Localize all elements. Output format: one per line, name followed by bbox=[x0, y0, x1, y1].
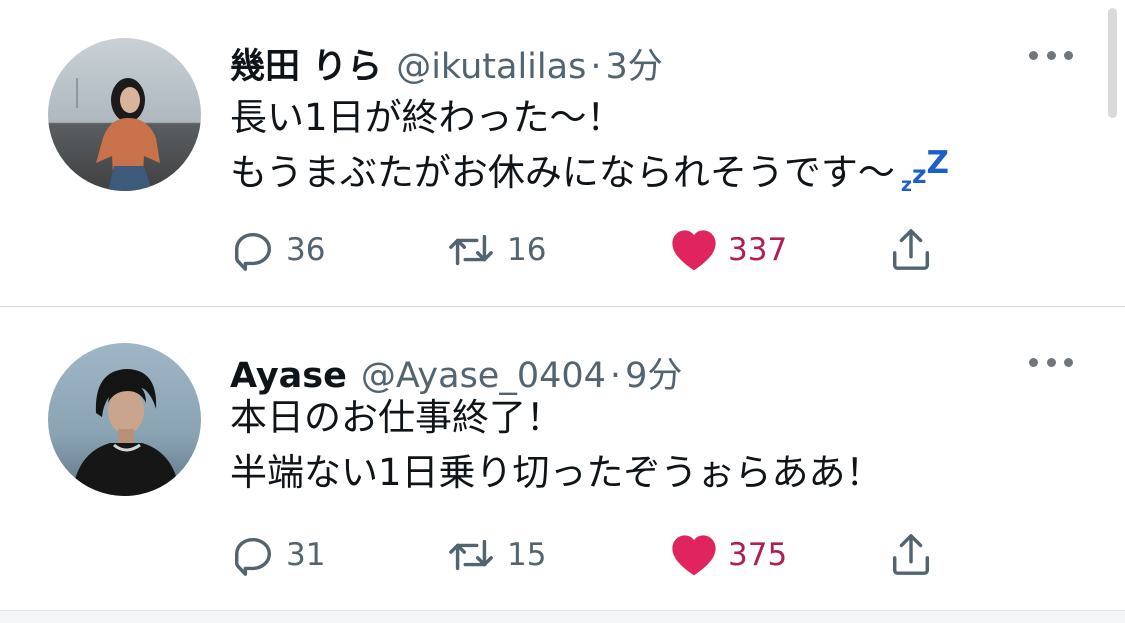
next-tweet-edge bbox=[0, 610, 1125, 623]
like-button[interactable]: 375 bbox=[670, 531, 787, 579]
tweet-text-line: 長い1日が終わった〜！ bbox=[230, 96, 624, 139]
reply-icon bbox=[234, 232, 272, 271]
more-dot bbox=[1029, 357, 1038, 367]
tweet[interactable]: 幾田 りら @ikutalilas · 3分 長い1日が終わった〜！ もうまぶた… bbox=[0, 0, 1125, 306]
heart-filled-icon bbox=[672, 230, 716, 271]
avatar[interactable] bbox=[48, 343, 201, 496]
more-options-button[interactable] bbox=[1029, 45, 1073, 65]
timeline-feed: 幾田 りら @ikutalilas · 3分 長い1日が終わった〜！ もうまぶた… bbox=[0, 0, 1125, 623]
reply-button[interactable]: 31 bbox=[230, 531, 325, 579]
like-count: 337 bbox=[728, 232, 788, 268]
tweet-text: 長い1日が終わった〜！ もうまぶたがお休みになられそうです〜 zzZ bbox=[230, 90, 949, 207]
more-dot bbox=[1064, 357, 1073, 367]
tweet-actions: 31 15 375 bbox=[230, 531, 950, 579]
tweet-text-line: もうまぶたがお休みになられそうです〜 zzZ bbox=[230, 145, 949, 207]
retweet-icon bbox=[449, 234, 493, 266]
tweet[interactable]: Ayase @Ayase_0404 · 9分 本日のお仕事終了！ 半端ない1日乗… bbox=[0, 307, 1125, 610]
more-dot bbox=[1029, 50, 1038, 60]
tweet-text-segment: もうまぶたがお休みになられそうです〜 bbox=[230, 151, 895, 194]
tweet-header: 幾田 りら @ikutalilas · 3分 bbox=[230, 38, 663, 88]
share-button[interactable] bbox=[888, 226, 934, 274]
more-options-button[interactable] bbox=[1029, 352, 1073, 372]
retweet-icon bbox=[449, 539, 493, 571]
user-handle[interactable]: @ikutalilas bbox=[396, 47, 586, 87]
tweet-text-line: 半端ない1日乗り切ったぞうぉらああ！ bbox=[230, 451, 883, 494]
tweet-text-line: 本日のお仕事終了！ bbox=[230, 396, 563, 439]
tweet-actions: 36 16 337 bbox=[230, 226, 950, 274]
timestamp[interactable]: 3分 bbox=[605, 38, 662, 89]
retweet-count: 15 bbox=[507, 537, 547, 573]
reply-count: 36 bbox=[286, 232, 326, 268]
retweet-count: 16 bbox=[507, 232, 547, 268]
more-dot bbox=[1046, 50, 1056, 60]
separator-dot: · bbox=[590, 47, 602, 87]
retweet-button[interactable]: 16 bbox=[445, 226, 546, 274]
tweet-text: 本日のお仕事終了！ 半端ない1日乗り切ったぞうぉらああ！ bbox=[230, 390, 883, 500]
like-button[interactable]: 337 bbox=[670, 226, 787, 274]
heart-filled-icon bbox=[672, 535, 716, 576]
share-icon bbox=[892, 534, 930, 575]
avatar[interactable] bbox=[48, 38, 201, 191]
zzz-emoji: zzZ bbox=[900, 145, 949, 196]
more-dot bbox=[1064, 50, 1073, 60]
share-button[interactable] bbox=[888, 531, 934, 579]
reply-icon bbox=[234, 537, 272, 576]
share-icon bbox=[892, 229, 930, 270]
like-count: 375 bbox=[728, 537, 788, 573]
display-name[interactable]: 幾田 りら bbox=[230, 38, 382, 89]
reply-count: 31 bbox=[286, 537, 326, 573]
more-dot bbox=[1046, 357, 1056, 367]
retweet-button[interactable]: 15 bbox=[445, 531, 546, 579]
reply-button[interactable]: 36 bbox=[230, 226, 325, 274]
